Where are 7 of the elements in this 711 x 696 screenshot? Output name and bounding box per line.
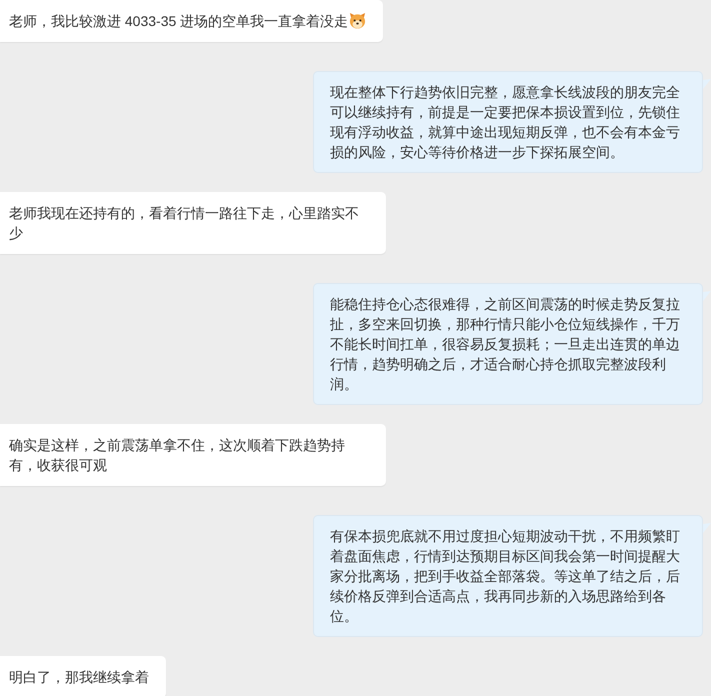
message-text: 现在整体下行趋势依旧完整，愿意拿长线波段的朋友完全可以继续持有，前提是一定要把保本损设置到位，先锁住现有浮动收益，就算中途出现短期反弹，也不会有本金亏损的风险，安心等待价格进一步下探拓展空间。 (330, 84, 680, 160)
message-text: 明白了，那我继续拿着 (9, 669, 149, 685)
message-text: 有保本损兜底就不用过度担心短期波动干扰，不用频繁盯着盘面焦虑，行情到达预期目标区间我会第一时间提醒大家分批离场，把到手收益全部落袋。等这单了结之后，后续价格反弹到合适高点，我再同步新的入场思路给到各位。 (330, 528, 680, 624)
message-text: 老师，我比较激进 4033-35 进场的空单我一直拿着没走 (9, 13, 348, 29)
message-text: 能稳住持仓心态很难得，之前区间震荡的时候走势反复拉扯，多空来回切换，那种行情只能小仓位短线操作，千万不能长时间扛单，很容易反复损耗；一旦走出连贯的单边行情，趋势明确之后，才适合耐心持仓抓取完整波段利润。 (330, 296, 680, 392)
message-text: 确实是这样，之前震荡单拿不住，这次顺着下跌趋势持有，收获很可观 (9, 437, 345, 473)
message-text: 老师我现在还持有的，看着行情一路往下走，心里踏实不少 (9, 205, 359, 241)
